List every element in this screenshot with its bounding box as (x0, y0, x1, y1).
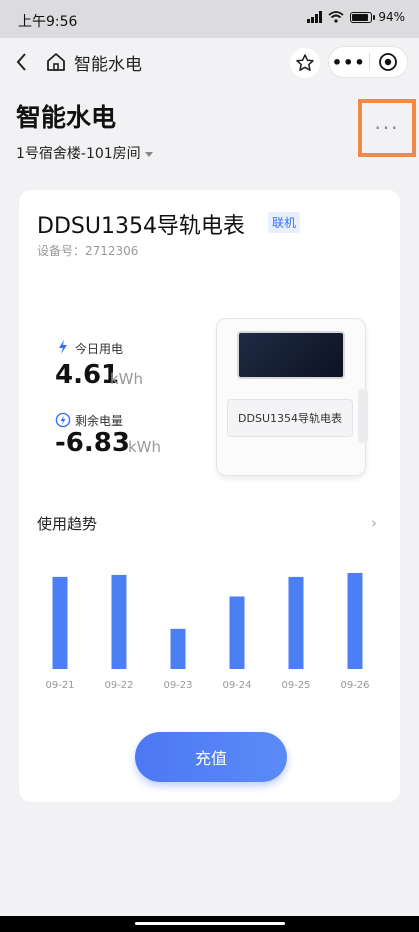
remaining-label: 剩余电量 (75, 414, 124, 428)
today-usage-label: 今日用电 (75, 342, 124, 356)
meter-label: DDSU1354导轨电表 (227, 399, 353, 437)
room-selector[interactable]: 1号宿舍楼-101房间 (16, 143, 153, 163)
more-menu-button[interactable]: ••• (329, 53, 369, 72)
system-nav-bar (0, 916, 419, 932)
back-icon[interactable] (10, 48, 34, 76)
status-icons: 94% (307, 10, 405, 24)
chart-bar (229, 596, 245, 669)
battery-icon (350, 11, 376, 23)
chart-bar (52, 576, 68, 669)
meter-image: DDSU1354导轨电表 (216, 318, 368, 476)
device-card: DDSU1354导轨电表 联机 设备号：2712306 今日用电 4.61 kW… (19, 190, 400, 802)
wifi-icon (328, 11, 344, 23)
remaining-value: -6.83 (55, 428, 130, 458)
close-miniprogram-button[interactable] (369, 52, 407, 72)
favorite-button[interactable] (290, 48, 320, 78)
chart-tick-label: 09-22 (104, 680, 133, 691)
chart-bar (347, 572, 363, 669)
chart-bar (288, 576, 304, 669)
recharge-button[interactable]: 充值 (135, 732, 287, 782)
star-icon (296, 54, 314, 71)
miniprogram-capsule: ••• (328, 46, 408, 78)
trend-more-arrow[interactable]: › (371, 514, 377, 532)
chart-tick-label: 09-25 (281, 680, 310, 691)
chart-tick-label: 09-21 (45, 680, 74, 691)
signal-icon (307, 11, 323, 23)
device-id: 设备号：2712306 (37, 244, 139, 258)
lightning-icon (59, 340, 67, 354)
status-time: 上午9:56 (18, 14, 78, 30)
chart-tick-label: 09-23 (163, 680, 192, 691)
usage-trend-chart: 09-21 09-22 09-23 09-24 09-25 09-26 (45, 572, 370, 691)
remaining-unit: kWh (128, 438, 162, 456)
device-name: DDSU1354导轨电表 (37, 214, 245, 239)
room-label: 1号宿舍楼-101房间 (16, 146, 141, 162)
today-usage-unit: kWh (110, 370, 144, 388)
target-icon (379, 53, 398, 71)
home-indicator[interactable] (135, 922, 285, 925)
page-more-button[interactable]: ··· (358, 99, 416, 157)
caret-down-icon (144, 151, 153, 157)
status-badge: 联机 (268, 212, 301, 233)
chart-bar (170, 628, 186, 669)
page-title: 智能水电 (16, 103, 117, 132)
chart-tick-label: 09-24 (222, 680, 251, 691)
charge-icon (55, 412, 71, 428)
chart-bar (111, 574, 127, 669)
home-icon[interactable] (44, 50, 68, 74)
meter-side-panel (358, 389, 368, 443)
nav-title: 智能水电 (74, 55, 142, 75)
status-bar: 上午9:56 94% (0, 0, 419, 38)
trend-title: 使用趋势 (37, 515, 98, 533)
nav-bar: 智能水电 ••• (0, 38, 419, 86)
chart-tick-label: 09-26 (340, 680, 369, 691)
battery-percent: 94% (378, 10, 405, 24)
meter-screen (237, 331, 345, 379)
